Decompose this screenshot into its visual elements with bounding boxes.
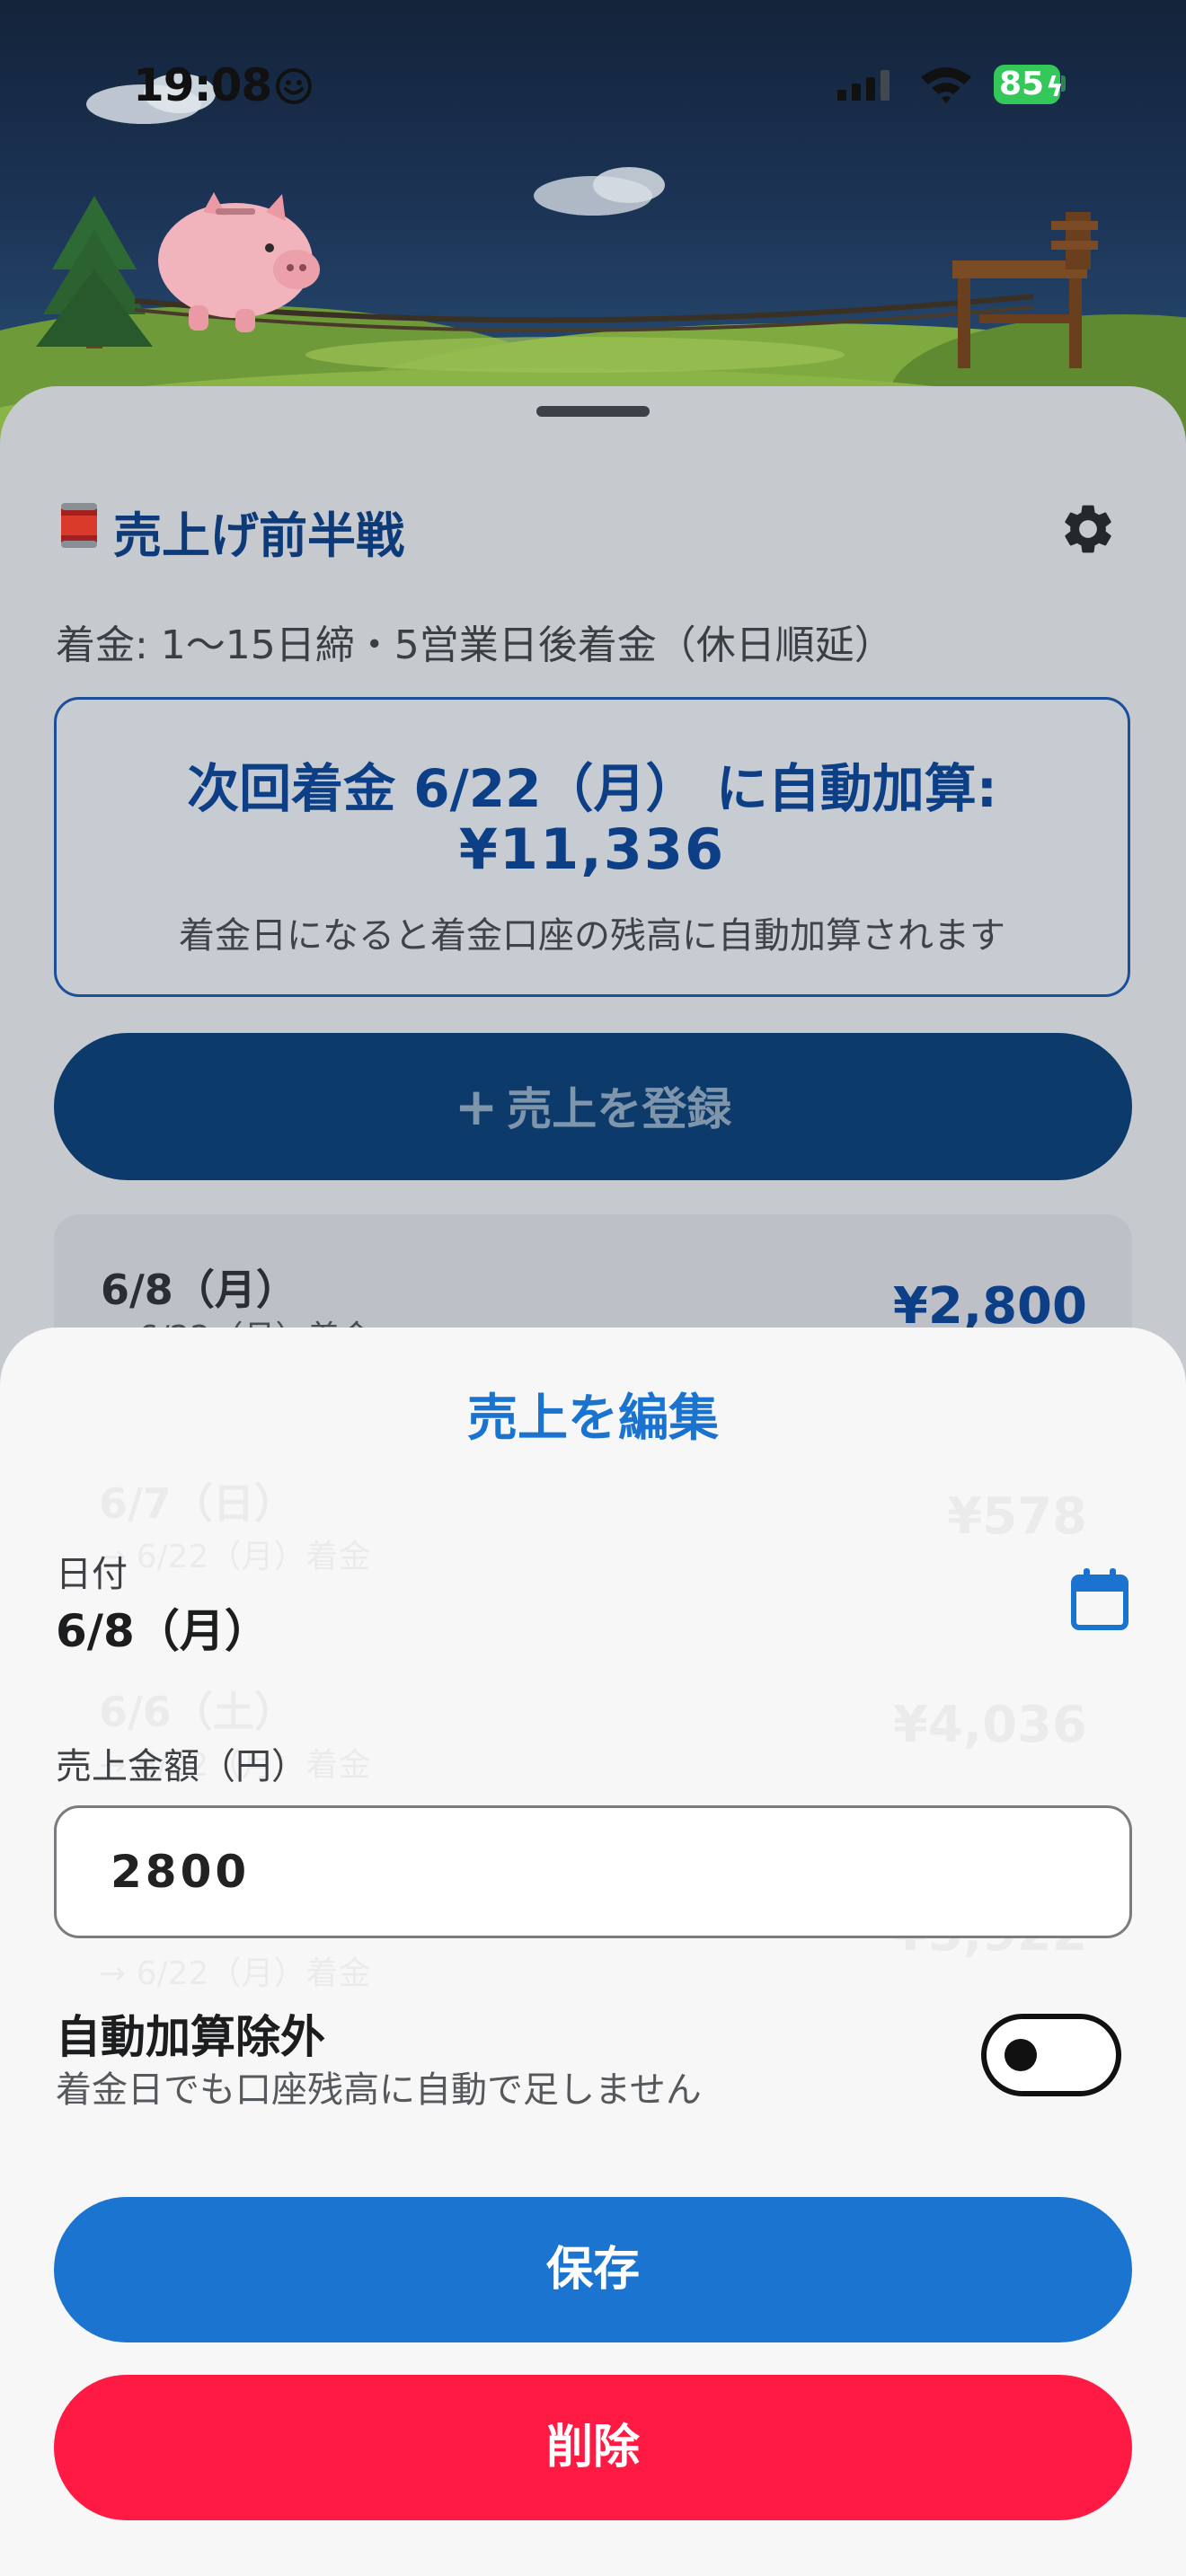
deposit-rule-text: 着金: 1〜15日締・5営業日後着金（休日順延）: [56, 622, 894, 668]
register-sale-button[interactable]: + 売上を登録: [54, 1033, 1132, 1180]
amount-input[interactable]: [54, 1805, 1132, 1938]
can-icon: [61, 503, 97, 548]
plus-icon: +: [454, 1076, 499, 1137]
battery-cap: [1061, 75, 1066, 92]
gear-icon[interactable]: [1058, 499, 1118, 559]
date-value[interactable]: 6/8（月）: [56, 1595, 270, 1660]
cellular-signal-icon: [837, 70, 890, 101]
sale-date: 6/8（月）: [101, 1266, 297, 1314]
auto-add-heading: 次回着金 6/22（月） に自動加算:: [187, 758, 997, 819]
exclude-toggle[interactable]: [981, 2014, 1121, 2096]
toggle-knob: [1005, 2039, 1037, 2071]
ghost-sale-date: 6/7（日）: [99, 1471, 296, 1531]
exclude-title: 自動加算除外: [56, 2011, 325, 2063]
battery-level: 85: [999, 66, 1045, 102]
section-title: 売上げ前半戦: [113, 507, 404, 564]
amount-label: 売上金額（円）: [56, 1746, 307, 1787]
register-sale-label: 売上を登録: [507, 1083, 732, 1135]
smiley-icon: [276, 68, 312, 104]
status-time: 19:08: [133, 59, 272, 111]
ghost-sale-date: 6/6（土）: [99, 1680, 296, 1739]
sheet-grabber[interactable]: [536, 406, 650, 417]
auto-add-amount: ¥11,336: [458, 816, 726, 882]
exclude-description: 着金日でも口座残高に自動で足しません: [56, 2069, 702, 2111]
ghost-sale-deposit-date: → 6/22（月）着金: [99, 1531, 370, 1577]
auto-add-note: 着金日になると着金口座の残高に自動加算されます: [179, 915, 1005, 957]
calendar-icon[interactable]: [1069, 1566, 1130, 1633]
wifi-icon: [921, 67, 971, 103]
sheet-title: 売上を編集: [467, 1389, 719, 1448]
ghost-sale-deposit-date: → 6/22（月）着金: [99, 1947, 370, 1994]
auto-add-card: 次回着金 6/22（月） に自動加算: ¥11,336 着金日になると着金口座の…: [54, 697, 1130, 997]
ghost-sale-amount: ¥578: [947, 1487, 1087, 1546]
status-bar: 19:08 85 ϟ: [0, 0, 1186, 171]
ghost-sale-amount: ¥4,036: [893, 1696, 1087, 1754]
edit-sale-sheet: 6/7（日） → 6/22（月）着金 ¥578 6/6（土） → 6/22（月）…: [0, 1328, 1186, 2576]
save-button[interactable]: 保存: [54, 2197, 1132, 2342]
date-label: 日付: [56, 1554, 128, 1595]
delete-button[interactable]: 削除: [54, 2375, 1132, 2520]
